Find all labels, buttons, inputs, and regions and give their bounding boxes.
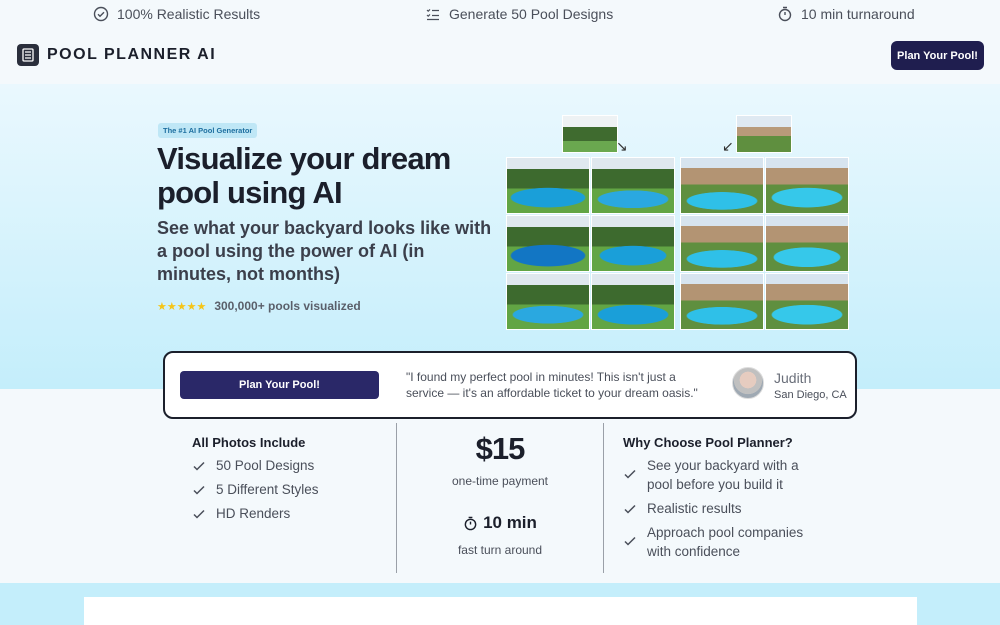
turnaround-value: 10 min xyxy=(483,513,537,532)
stopwatch-icon xyxy=(778,6,792,22)
column-divider xyxy=(603,423,604,573)
arrow-down-right-icon: ↘ xyxy=(616,138,628,154)
before-photo-right xyxy=(736,115,792,153)
check-icon xyxy=(624,504,636,514)
list-item-label: See your backyard with a pool before you… xyxy=(647,458,799,492)
pool-photo xyxy=(765,215,849,272)
hero-section: The #1 AI Pool Generator Visualize your … xyxy=(0,84,1000,389)
plan-your-pool-button-secondary[interactable]: Plan Your Pool! xyxy=(180,371,379,399)
plan-your-pool-button[interactable]: Plan Your Pool! xyxy=(891,41,984,70)
list-item-label: Approach pool companies with confidence xyxy=(647,525,804,559)
feature-label: 10 min turnaround xyxy=(801,6,915,22)
logo-icon xyxy=(17,44,39,66)
hero-title: Visualize your dream pool using AI xyxy=(157,141,451,210)
feature-realistic: 100% Realistic Results xyxy=(93,6,260,22)
feature-label: 100% Realistic Results xyxy=(117,6,261,22)
feature-turnaround: 10 min turnaround xyxy=(777,6,915,22)
list-item-label: 5 Different Styles xyxy=(216,482,319,497)
why-choose-title: Why Choose Pool Planner? xyxy=(623,435,793,450)
pool-photo xyxy=(591,215,675,272)
check-icon xyxy=(624,469,636,479)
pool-photo xyxy=(680,157,764,214)
logo-text: POOL PLANNER AI xyxy=(47,46,217,63)
pool-photo xyxy=(680,273,764,330)
pool-photo xyxy=(506,273,590,330)
arrow-down-left-icon: ↙ xyxy=(722,138,734,154)
pool-photo xyxy=(591,273,675,330)
list-item: Approach pool companies with confidence xyxy=(623,523,813,561)
pool-photo xyxy=(680,215,764,272)
hero-badge: The #1 AI Pool Generator xyxy=(158,123,258,138)
badge-check-icon xyxy=(93,6,109,22)
social-proof: 300,000+ pools visualized xyxy=(214,299,361,313)
testimonial-location: San Diego, CA xyxy=(774,389,847,401)
feature-designs: Generate 50 Pool Designs xyxy=(425,6,613,22)
list-item: 50 Pool Designs xyxy=(192,456,314,475)
check-icon xyxy=(193,509,205,519)
list-item-label: HD Renders xyxy=(216,506,291,521)
list-item-label: 50 Pool Designs xyxy=(216,458,315,473)
testimonial-name: Judith xyxy=(774,370,812,386)
info-section: All Photos Include 50 Pool Designs 5 Dif… xyxy=(0,419,1000,583)
list-item: See your backyard with a pool before you… xyxy=(623,456,813,494)
hero-subtitle: See what your backyard looks like with a… xyxy=(157,218,492,284)
price-note: one-time payment xyxy=(451,474,549,488)
stopwatch-icon xyxy=(464,516,477,530)
pool-photo xyxy=(591,157,675,214)
check-icon xyxy=(193,461,205,471)
list-check-icon xyxy=(426,8,439,21)
list-item: HD Renders xyxy=(192,504,290,523)
pool-photo xyxy=(506,215,590,272)
pool-photo xyxy=(765,157,849,214)
next-section-card xyxy=(84,597,917,625)
list-item-label: Realistic results xyxy=(647,501,742,516)
turnaround-note: fast turn around xyxy=(457,543,543,557)
check-icon xyxy=(193,485,205,495)
rating-row: ★★★★★ 300,000+ pools visualized xyxy=(157,299,361,313)
list-item: Realistic results xyxy=(623,499,742,518)
avatar xyxy=(732,367,764,399)
feature-strip: 100% Realistic Results Generate 50 Pool … xyxy=(0,0,1000,28)
pool-photo xyxy=(506,157,590,214)
check-icon xyxy=(624,536,636,546)
star-rating-icon: ★★★★★ xyxy=(157,300,207,313)
pool-photo xyxy=(765,273,849,330)
price: $15 xyxy=(475,431,526,466)
turnaround: 10 min xyxy=(397,513,603,533)
testimonial-card: Plan Your Pool! "I found my perfect pool… xyxy=(163,351,857,419)
feature-label: Generate 50 Pool Designs xyxy=(449,6,614,22)
testimonial-quote: "I found my perfect pool in minutes! Thi… xyxy=(406,370,698,400)
logo[interactable]: POOL PLANNER AI xyxy=(17,44,216,66)
top-nav: POOL PLANNER AI Plan Your Pool! xyxy=(0,28,1000,84)
photos-include-title: All Photos Include xyxy=(192,435,306,450)
list-item: 5 Different Styles xyxy=(192,480,319,499)
before-photo-left xyxy=(562,115,618,153)
